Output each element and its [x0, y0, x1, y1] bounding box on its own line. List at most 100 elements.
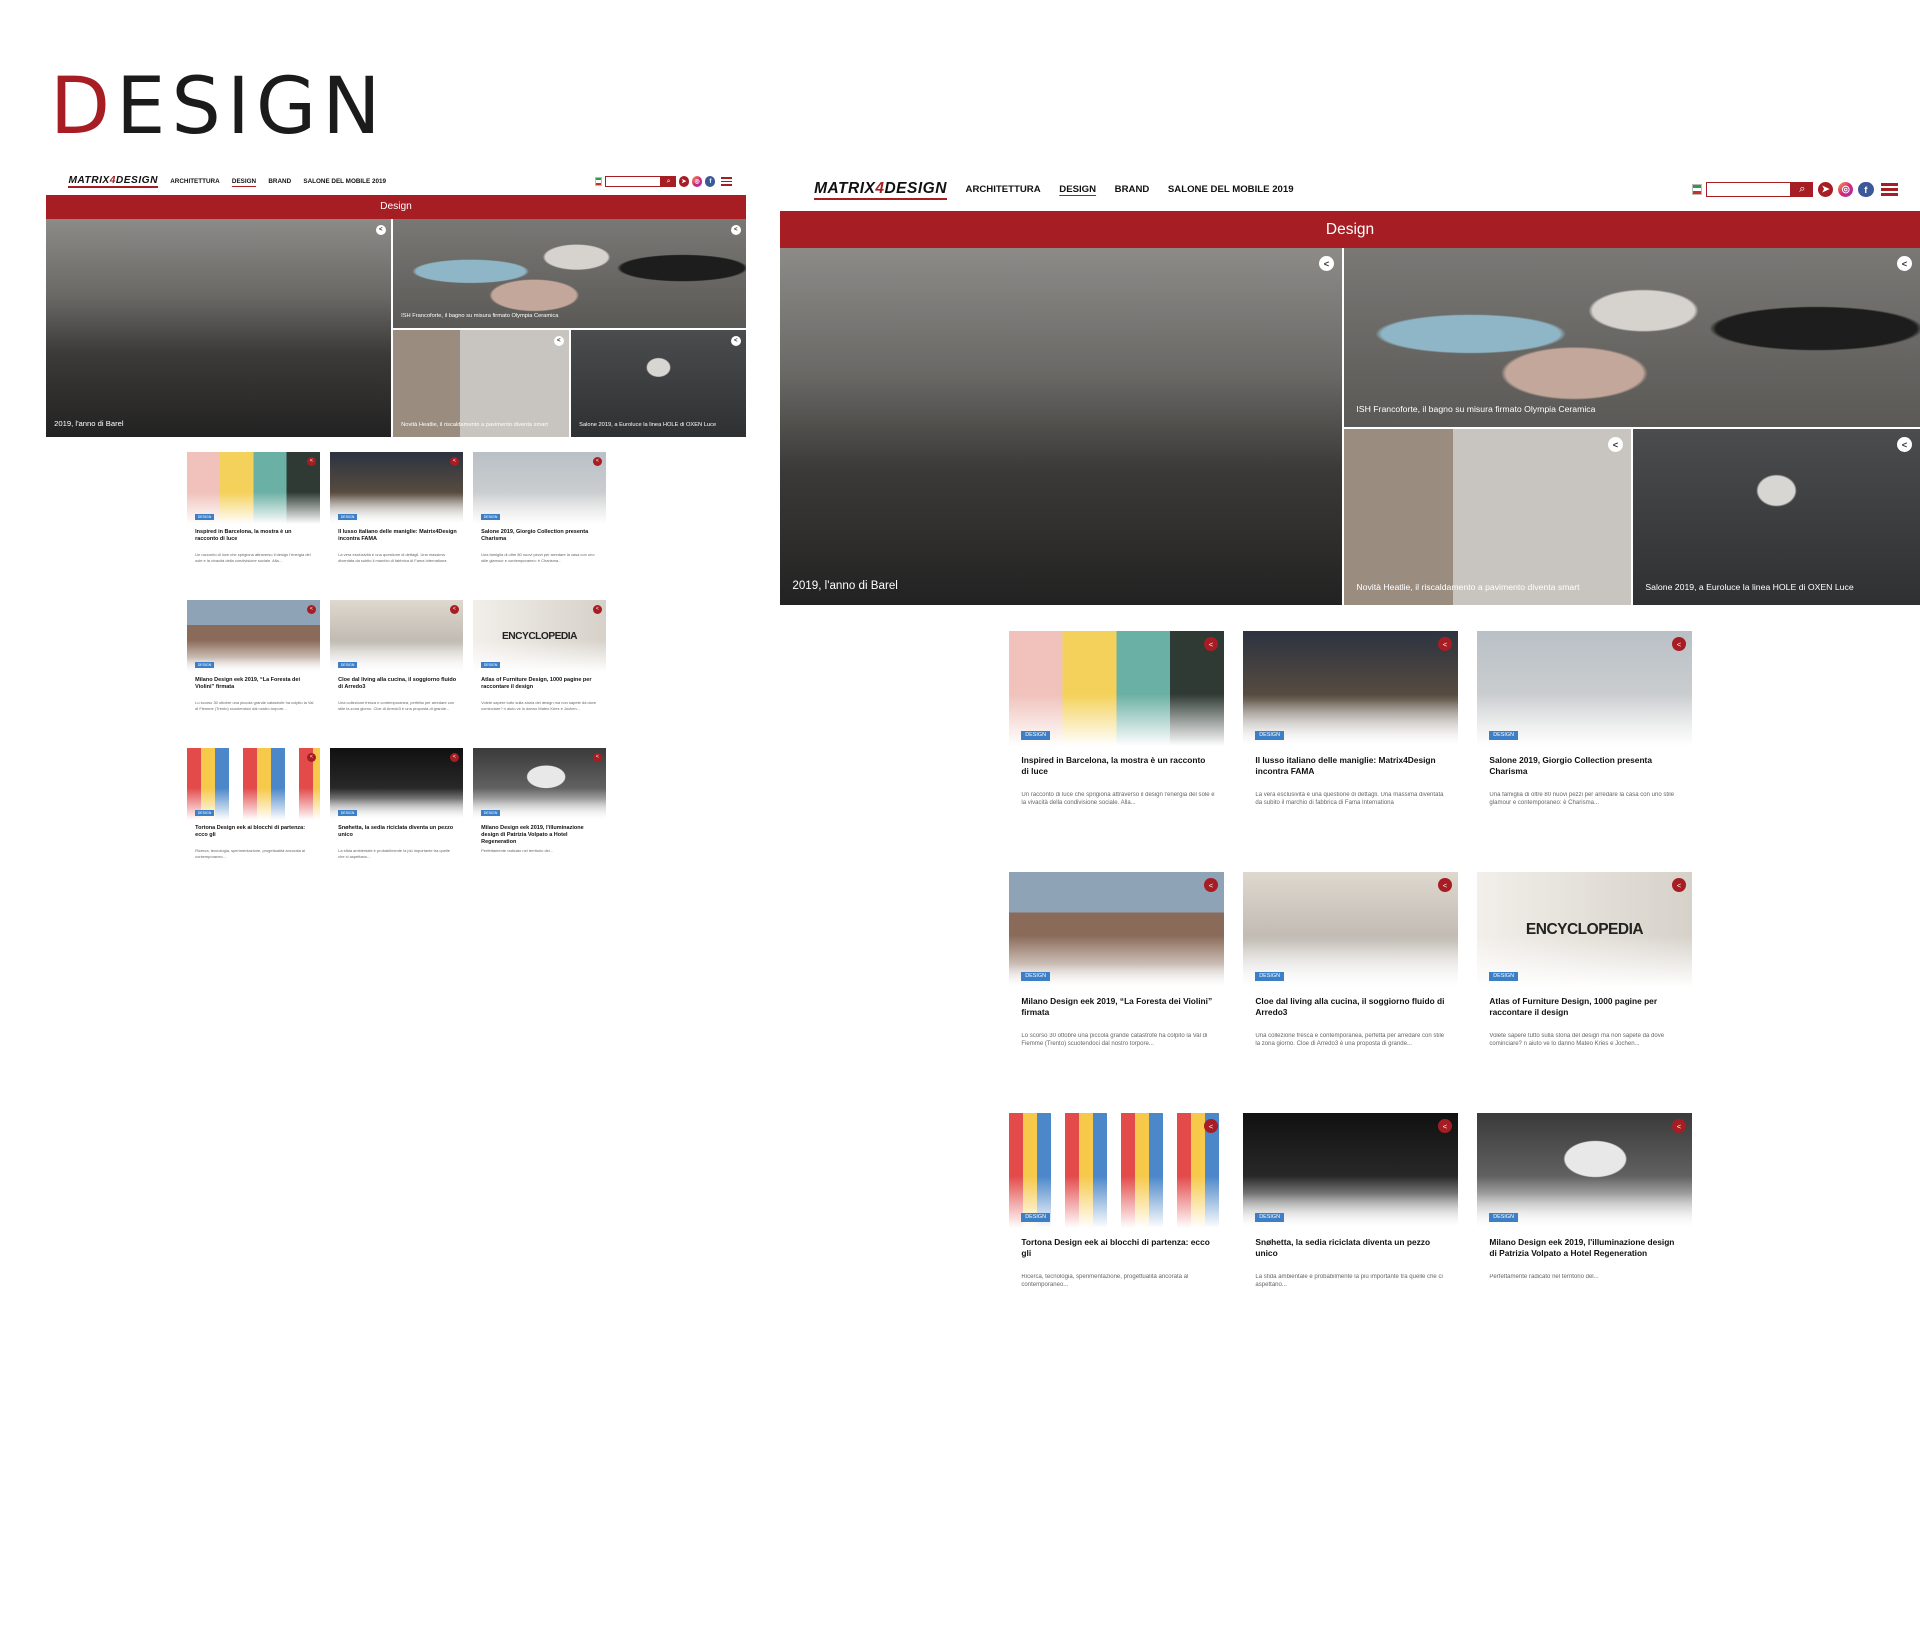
article-card[interactable]: < DESIGN Milano Design eek 2019, “La Fores… — [187, 600, 320, 729]
facebook-icon[interactable]: f — [705, 176, 716, 187]
site-logo[interactable]: MATRIX4DESIGN — [68, 175, 158, 188]
share-icon[interactable]: < — [1896, 255, 1913, 272]
nav-item-brand[interactable]: BRAND — [268, 178, 291, 185]
nav-item-design[interactable]: DESIGN — [1059, 184, 1096, 195]
article-card[interactable]: < DESIGN Inspired in Barcelona, la mostra … — [1009, 631, 1224, 838]
hero-article-1[interactable]: 2019, l'anno di Barel < — [46, 219, 391, 438]
search-button[interactable]: ⌕ — [1791, 181, 1814, 198]
article-card[interactable]: < DESIGN Snøhetta, la sedia riciclata dive… — [330, 748, 463, 868]
share-icon[interactable]: < — [1607, 436, 1624, 453]
article-title[interactable]: Il lusso italiano delle maniglie: Matrix… — [1255, 755, 1448, 776]
article-card[interactable]: < DESIGN Milano Design eek 2019, “La Fores… — [1009, 872, 1224, 1079]
article-title[interactable]: Milano Design eek 2019, l'illuminazione … — [1489, 1237, 1682, 1258]
article-card[interactable]: < DESIGN Milano Design eek 2019, l'illumin… — [473, 748, 606, 868]
category-badge[interactable]: DESIGN — [1489, 971, 1518, 981]
category-badge[interactable]: DESIGN — [1255, 730, 1284, 740]
category-badge[interactable]: DESIGN — [1021, 730, 1050, 740]
nav-item-architettura[interactable]: ARCHITETTURA — [170, 178, 219, 185]
article-card[interactable]: < DESIGN Salone 2019, Giorgio Collection p… — [473, 452, 606, 581]
share-icon[interactable]: < — [306, 604, 316, 614]
article-title[interactable]: Snøhetta, la sedia riciclata diventa un … — [338, 825, 457, 839]
category-badge[interactable]: DESIGN — [1021, 971, 1050, 981]
share-icon[interactable]: < — [1318, 255, 1335, 272]
nav-item-architettura[interactable]: ARCHITETTURA — [966, 184, 1041, 195]
share-icon[interactable]: < — [553, 335, 564, 346]
search-input[interactable] — [605, 176, 662, 187]
article-card[interactable]: < DESIGN Cloe dal living alla cucina, il s… — [1243, 872, 1458, 1079]
language-flag-icon[interactable] — [1691, 183, 1702, 196]
share-icon[interactable]: < — [592, 456, 602, 466]
category-badge[interactable]: DESIGN — [195, 514, 214, 521]
nav-item-salone-del-mobile-2019[interactable]: SALONE DEL MOBILE 2019 — [1168, 184, 1294, 195]
category-badge[interactable]: DESIGN — [195, 662, 214, 669]
article-title[interactable]: Inspired in Barcelona, la mostra è un ra… — [195, 529, 314, 543]
facebook-icon[interactable]: f — [1858, 181, 1874, 198]
article-title[interactable]: Atlas of Furniture Design, 1000 pagine p… — [481, 677, 600, 691]
article-card[interactable]: < DESIGN Inspired in Barcelona, la mostra … — [187, 452, 320, 581]
telegram-icon[interactable]: ➤ — [1817, 181, 1834, 198]
category-badge[interactable]: DESIGN — [481, 810, 500, 817]
category-badge[interactable]: DESIGN — [1489, 1212, 1518, 1222]
hero-article-4[interactable]: Salone 2019, a Euroluce la linea HOLE di… — [1633, 429, 1920, 606]
category-badge[interactable]: DESIGN — [481, 662, 500, 669]
hero-article-2[interactable]: ISH Francoforte, il bagno su misura firm… — [1344, 248, 1920, 428]
category-badge[interactable]: DESIGN — [481, 514, 500, 521]
article-title[interactable]: Tortona Design eek ai blocchi di partenz… — [195, 825, 314, 839]
article-title[interactable]: Salone 2019, Giorgio Collection presenta… — [1489, 755, 1682, 776]
article-title[interactable]: Il lusso italiano delle maniglie: Matrix… — [338, 529, 457, 543]
article-title[interactable]: Snøhetta, la sedia riciclata diventa un … — [1255, 1237, 1448, 1258]
article-card[interactable]: < DESIGN Tortona Design eek ai blocchi di … — [1009, 1113, 1224, 1318]
share-icon[interactable]: < — [306, 456, 316, 466]
article-card[interactable]: < DESIGN Il lusso italiano delle maniglie:… — [330, 452, 463, 581]
article-card[interactable]: < DESIGN Milano Design eek 2019, l'illumin… — [1477, 1113, 1692, 1318]
share-icon[interactable]: < — [449, 604, 459, 614]
share-icon[interactable]: < — [730, 335, 741, 346]
article-title[interactable]: Inspired in Barcelona, la mostra è un ra… — [1021, 755, 1214, 776]
menu-icon[interactable] — [720, 177, 732, 186]
share-icon[interactable]: < — [1896, 436, 1913, 453]
nav-item-design[interactable]: DESIGN — [232, 178, 256, 185]
article-card[interactable]: ENCYCLOPEDIA < DESIGN Atlas of Furniture De… — [1477, 872, 1692, 1079]
instagram-icon[interactable]: ◎ — [1837, 181, 1854, 198]
article-title[interactable]: Cloe dal living alla cucina, il soggiorn… — [338, 677, 457, 691]
site-logo[interactable]: MATRIX4DESIGN — [814, 180, 947, 200]
search-button[interactable]: ⌕ — [661, 176, 676, 187]
article-title[interactable]: Milano Design eek 2019, l'illuminazione … — [481, 825, 600, 846]
article-card[interactable]: < DESIGN Cloe dal living alla cucina, il s… — [330, 600, 463, 729]
article-title[interactable]: Atlas of Furniture Design, 1000 pagine p… — [1489, 996, 1682, 1017]
nav-item-salone-del-mobile-2019[interactable]: SALONE DEL MOBILE 2019 — [303, 178, 386, 185]
category-badge[interactable]: DESIGN — [338, 514, 357, 521]
share-icon[interactable]: < — [375, 224, 386, 235]
article-card[interactable]: ENCYCLOPEDIA < DESIGN Atlas of Furniture De… — [473, 600, 606, 729]
hero-article-3[interactable]: Novità Heatlie, il riscaldamento a pavim… — [1344, 429, 1631, 606]
share-icon[interactable]: < — [592, 604, 602, 614]
hero-article-4[interactable]: Salone 2019, a Euroluce la linea HOLE di… — [571, 330, 746, 438]
category-badge[interactable]: DESIGN — [1255, 1212, 1284, 1222]
article-card[interactable]: < DESIGN Tortona Design eek ai blocchi di … — [187, 748, 320, 868]
telegram-icon[interactable]: ➤ — [678, 176, 689, 187]
category-badge[interactable]: DESIGN — [1021, 1212, 1050, 1222]
share-icon[interactable]: < — [730, 224, 741, 235]
hero-article-3[interactable]: Novità Heatlie, il riscaldamento a pavim… — [393, 330, 569, 438]
article-title[interactable]: Tortona Design eek ai blocchi di partenz… — [1021, 1237, 1214, 1258]
share-icon[interactable]: < — [306, 752, 316, 762]
category-badge[interactable]: DESIGN — [195, 810, 214, 817]
language-flag-icon[interactable] — [595, 177, 603, 186]
article-card[interactable]: < DESIGN Il lusso italiano delle maniglie:… — [1243, 631, 1458, 838]
category-badge[interactable]: DESIGN — [338, 662, 357, 669]
category-badge[interactable]: DESIGN — [1489, 730, 1518, 740]
search-input[interactable] — [1706, 181, 1792, 198]
article-title[interactable]: Cloe dal living alla cucina, il soggiorn… — [1255, 996, 1448, 1017]
article-card[interactable]: < DESIGN Salone 2019, Giorgio Collection p… — [1477, 631, 1692, 838]
hero-article-2[interactable]: ISH Francoforte, il bagno su misura firm… — [393, 219, 746, 329]
article-title[interactable]: Milano Design eek 2019, “La Foresta dei … — [195, 677, 314, 691]
category-badge[interactable]: DESIGN — [338, 810, 357, 817]
share-icon[interactable]: < — [449, 752, 459, 762]
category-badge[interactable]: DESIGN — [1255, 971, 1284, 981]
nav-item-brand[interactable]: BRAND — [1115, 184, 1150, 195]
hero-article-1[interactable]: 2019, l'anno di Barel < — [780, 248, 1342, 606]
share-icon[interactable]: < — [449, 456, 459, 466]
article-card[interactable]: < DESIGN Snøhetta, la sedia riciclata dive… — [1243, 1113, 1458, 1318]
instagram-icon[interactable]: ◎ — [692, 176, 703, 187]
article-title[interactable]: Milano Design eek 2019, “La Foresta dei … — [1021, 996, 1214, 1017]
